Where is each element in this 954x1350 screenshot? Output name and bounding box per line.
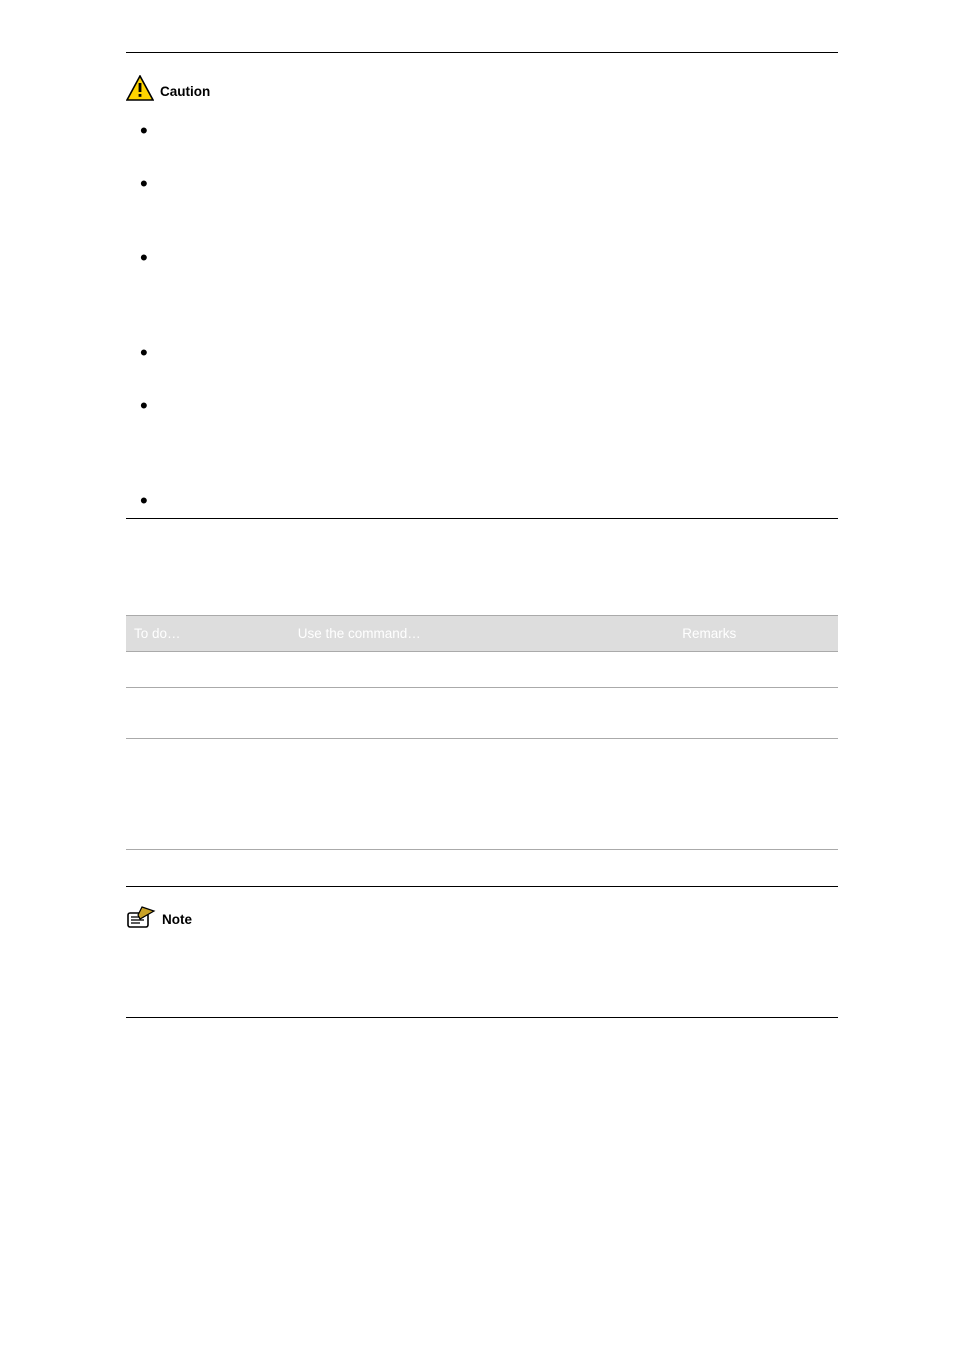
- caution-list: Enable root guard on a designated port. …: [126, 117, 838, 508]
- table-row: Enable the TC-BPDU attack guard function…: [126, 687, 838, 738]
- table-cell: Set the maximum number of times that a s…: [126, 738, 290, 849]
- caution-item: Enable root guard on a designated port. …: [140, 117, 838, 160]
- table-row: Set the maximum number of times that a s…: [126, 738, 838, 849]
- section-body: Follow these steps to configure the TC-B…: [126, 583, 838, 604]
- section-heading: Configuring TC-BPDU Attack Guard: [126, 559, 838, 577]
- page-content: Caution Enable root guard on a designate…: [0, 0, 954, 1112]
- divider-note-bottom: [126, 1017, 838, 1018]
- table-cell: Enter system view: [126, 651, 290, 687]
- table-header-row: To do… Use the command… Remarks: [126, 615, 838, 651]
- divider-note-top: [126, 886, 838, 887]
- caution-callout: Caution Enable root guard on a designate…: [126, 75, 838, 519]
- note-header: Note: [126, 905, 838, 929]
- section-heading: Configuring BPDU Dropping: [126, 1066, 838, 1084]
- caution-item: Root guard and loop guard cannot be enab…: [140, 339, 838, 382]
- table-cell: stp tc-protection threshold packet-numbe…: [290, 738, 674, 849]
- table-header: To do…: [126, 615, 290, 651]
- note-label: Note: [162, 912, 192, 929]
- table-row: Enter system view system-view —: [126, 651, 838, 687]
- caution-label: Caution: [160, 84, 210, 101]
- caution-item: With the loop guard function enabled, th…: [140, 392, 838, 477]
- caution-icon: [126, 75, 154, 101]
- note-callout: Note We recommend that you enable TC-BPD…: [126, 886, 838, 1019]
- caution-item: Enable loop guard on the root port and a…: [140, 170, 838, 234]
- page-number: 1-37: [0, 1295, 954, 1310]
- caution-header: Caution: [126, 75, 838, 101]
- divider-caution-bottom: [126, 518, 838, 519]
- caution-item: For information about digest snooping, r…: [140, 487, 838, 508]
- note-icon: [126, 905, 156, 929]
- table-cell: stp tc-protection enable: [290, 687, 674, 738]
- caution-item: A port cannot be both an edge port and a…: [140, 244, 838, 329]
- note-text: We recommend that you enable TC-BPDU att…: [126, 945, 838, 988]
- table-header: Remarks: [674, 615, 838, 651]
- table-cell: Enable the TC-BPDU attack guard function: [126, 687, 290, 738]
- table-header: Use the command…: [290, 615, 674, 651]
- table-cell: Optional 6 by default: [674, 738, 838, 849]
- table-cell: Required Disabled by default: [674, 687, 838, 738]
- table-cell: system-view: [290, 651, 674, 687]
- divider-top: [126, 52, 838, 53]
- section-body: Follow these steps to configure BPDU Dro…: [126, 1090, 838, 1111]
- command-table: To do… Use the command… Remarks Enter sy…: [126, 615, 838, 850]
- table-cell: —: [674, 651, 838, 687]
